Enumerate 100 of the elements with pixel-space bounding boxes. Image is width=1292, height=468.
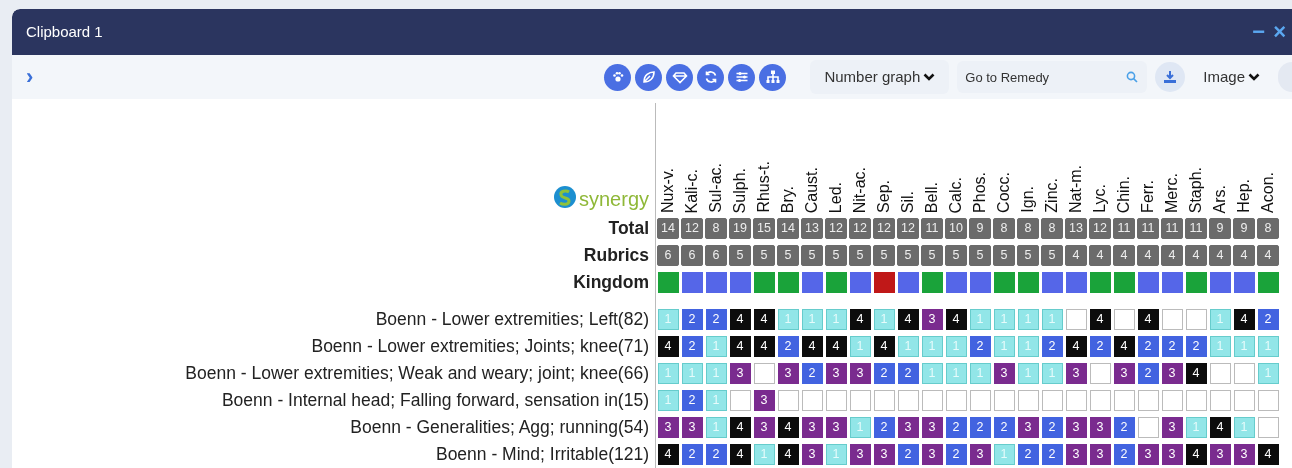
grade-cell [777, 390, 799, 411]
animal-button[interactable] [604, 63, 632, 91]
grade-cell [1065, 390, 1087, 411]
column-header: Ferr. [1140, 180, 1156, 213]
minimize-button[interactable]: − [1252, 21, 1266, 43]
grade-cell [1257, 390, 1279, 411]
grade-cell: 3 [801, 444, 823, 465]
grade-cell: 2 [1041, 417, 1063, 438]
grade-cell: 3 [1089, 444, 1111, 465]
hierarchy-icon [764, 69, 781, 85]
grade-cell: 4 [1209, 417, 1231, 438]
grade-cell: 4 [729, 417, 751, 438]
count-cell: 8 [1041, 218, 1063, 239]
count-cell: 4 [1137, 245, 1159, 266]
grade-cell [1041, 390, 1063, 411]
grade-cell: 2 [1137, 336, 1159, 357]
grade-cell: 3 [1065, 417, 1087, 438]
count-cell: 10 [945, 218, 967, 239]
count-cell: 12 [849, 218, 871, 239]
count-cell: 6 [657, 245, 679, 266]
grade-cell [1161, 309, 1183, 330]
logo-icon [552, 185, 577, 209]
grade-cell: 4 [897, 309, 919, 330]
grade-cell: 3 [1137, 444, 1159, 465]
refresh-button[interactable] [697, 63, 725, 91]
grade-cell [1137, 417, 1159, 438]
grade-cell [849, 390, 871, 411]
count-cell: 5 [729, 245, 751, 266]
grade-cell: 1 [657, 309, 679, 330]
export-dropdown[interactable]: Image [1189, 59, 1274, 95]
grade-cell: 2 [1137, 363, 1159, 384]
hierarchy-button[interactable] [759, 63, 787, 91]
rubric-label: Boenn - Internal head; Falling forward, sensation in(15) [220, 389, 650, 412]
grade-cell: 2 [1089, 336, 1111, 357]
grade-cell: 4 [1113, 336, 1135, 357]
rubric-label: Boenn - Lower extremities; Weak and weary; joint; knee(66) [184, 362, 650, 385]
count-cell: 11 [1113, 218, 1135, 239]
grade-cell [1113, 390, 1135, 411]
column-header: Ars. [1212, 184, 1228, 213]
grade-cell: 4 [1185, 363, 1207, 384]
search-field[interactable]: Go to Remedy [957, 61, 1148, 93]
column-header: Ign. [1020, 186, 1036, 213]
grade-cell: 2 [897, 363, 919, 384]
close-button[interactable]: × [1273, 21, 1286, 43]
view-dropdown[interactable]: Number graph [810, 59, 950, 95]
grade-cell: 4 [1089, 309, 1111, 330]
column-header: Bry. [780, 185, 796, 213]
count-cell: 4 [1113, 245, 1135, 266]
grade-cell: 3 [825, 363, 847, 384]
grade-cell [1137, 390, 1159, 411]
caret-icon [1248, 72, 1260, 82]
grade-cell: 4 [657, 444, 679, 465]
column-header: Nit-ac. [852, 166, 868, 213]
grade-cell: 1 [945, 363, 967, 384]
grade-cell [1065, 309, 1087, 330]
grade-cell: 1 [849, 336, 871, 357]
count-cell: 9 [969, 218, 991, 239]
count-cell: 8 [705, 218, 727, 239]
count-cell: 11 [921, 218, 943, 239]
expand-button[interactable]: › [22, 66, 38, 88]
grade-cell: 2 [1161, 336, 1183, 357]
plant-button[interactable] [635, 63, 663, 91]
grade-cell: 4 [945, 309, 967, 330]
grade-cell: 3 [753, 417, 775, 438]
download-button[interactable] [1155, 62, 1186, 92]
count-cell: 8 [1017, 218, 1039, 239]
count-cell: 8 [993, 218, 1015, 239]
grade-cell [1233, 363, 1255, 384]
mineral-button[interactable] [666, 63, 694, 91]
grade-cell: 1 [1185, 417, 1207, 438]
grade-cell: 1 [993, 336, 1015, 357]
grade-cell: 3 [993, 363, 1015, 384]
column-header: Phos. [972, 172, 988, 213]
count-cell: 19 [729, 218, 751, 239]
count-cell: 5 [1041, 245, 1063, 266]
count-cell: 5 [993, 245, 1015, 266]
count-cell: 4 [1209, 245, 1231, 266]
count-cell: 12 [873, 218, 895, 239]
grade-cell: 1 [825, 309, 847, 330]
grade-cell: 2 [1041, 336, 1063, 357]
column-header: Sil. [900, 190, 916, 213]
grade-cell: 1 [945, 336, 967, 357]
count-cell: 5 [825, 245, 847, 266]
grade-cell: 4 [1257, 444, 1279, 465]
grade-cell: 3 [1233, 444, 1255, 465]
grade-cell: 1 [1041, 363, 1063, 384]
grade-cell: 1 [1257, 336, 1279, 357]
grade-cell: 4 [729, 309, 751, 330]
grade-cell [825, 390, 847, 411]
grade-cell: 2 [897, 444, 919, 465]
grade-cell: 1 [681, 363, 703, 384]
grade-cell: 3 [657, 417, 679, 438]
grade-cell: 1 [1017, 336, 1039, 357]
grade-cell: 4 [753, 309, 775, 330]
filter-button[interactable] [728, 63, 756, 91]
count-cell: 11 [1161, 218, 1183, 239]
download-icon [1163, 70, 1178, 84]
grade-cell [993, 390, 1015, 411]
grade-cell [945, 390, 967, 411]
grade-cell: 1 [897, 336, 919, 357]
